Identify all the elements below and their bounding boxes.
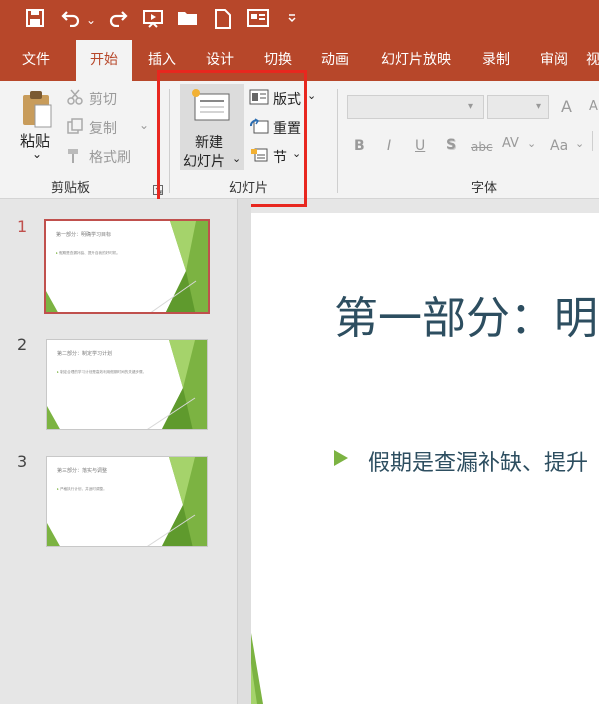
character-spacing-button[interactable]: AV — [502, 136, 519, 151]
italic-button[interactable]: I — [387, 138, 391, 154]
undo-icon[interactable] — [60, 9, 82, 31]
cut-icon — [67, 89, 83, 105]
customize-toolbar-icon[interactable] — [285, 9, 299, 31]
tab-review[interactable]: 审阅 — [532, 40, 576, 81]
slide-thumbnail-3[interactable]: 第三部分：落实与调整 ▸ 严格执行计划，并适时调整。 — [46, 456, 208, 547]
ribbon-separator — [592, 131, 593, 151]
shadow-button[interactable]: S — [446, 137, 456, 153]
tab-file[interactable]: 文件 — [14, 40, 58, 81]
character-spacing-chevron-icon[interactable]: ⌄ — [527, 137, 536, 150]
format-painter-icon — [67, 148, 83, 164]
slide-thumbnail-1[interactable]: 第一部分：明确学习目标 ▸ 假期是查漏补缺、提升自我的好时机。 — [44, 219, 210, 314]
layout-chevron-icon[interactable]: ⌄ — [307, 89, 316, 102]
change-case-button[interactable]: Aa — [550, 138, 568, 154]
shrink-font-button[interactable]: A — [589, 99, 598, 114]
paste-chevron-icon[interactable]: ⌄ — [32, 147, 42, 161]
open-folder-icon[interactable] — [177, 9, 199, 31]
font-group-label: 字体 — [471, 181, 498, 196]
strikethrough-button[interactable]: abc — [471, 140, 493, 154]
copy-icon — [67, 118, 83, 134]
font-family-select[interactable] — [347, 95, 484, 119]
slide-thumbnail-title: 第一部分：明确学习目标 — [56, 232, 112, 238]
slide-thumbnail-pane: 1 第一部分：明确学习目标 ▸ 假期是查漏补缺、提升自我的好时机。 2 第二部分… — [0, 199, 237, 704]
present-from-start-icon[interactable] — [141, 9, 165, 31]
tab-home[interactable]: 开始 — [76, 40, 132, 81]
thumbnail-pane-splitter[interactable] — [237, 199, 251, 704]
tab-slideshow[interactable]: 幻灯片放映 — [374, 40, 458, 81]
paste-clipboard-icon[interactable] — [20, 89, 54, 129]
slide-thumbnail-bullet: ▸ 制定合理的学习计划是高效利用假期时间的关键步骤。 — [57, 370, 147, 374]
picture-icon[interactable] — [246, 9, 270, 31]
format-painter-button[interactable]: 格式刷 — [89, 147, 131, 167]
slide-canvas[interactable]: 第一部分：明 假期是查漏补缺、提升 — [251, 213, 599, 704]
slide-thumbnail-2[interactable]: 第二部分：制定学习计划 ▸ 制定合理的学习计划是高效利用假期时间的关键步骤。 — [46, 339, 208, 430]
font-family-chevron-icon[interactable]: ▾ — [468, 101, 473, 112]
highlight-box — [157, 70, 307, 207]
title-bar: ⌄ — [0, 0, 599, 40]
copy-chevron-icon[interactable]: ⌄ — [139, 118, 149, 132]
cut-button[interactable]: 剪切 — [89, 89, 117, 109]
bullet-arrow-icon — [334, 450, 348, 466]
save-icon[interactable] — [24, 9, 46, 31]
grow-font-button[interactable]: A — [561, 97, 572, 116]
tab-view[interactable]: 视 — [586, 40, 599, 81]
slide-thumbnail-title: 第三部分：落实与调整 — [57, 468, 108, 474]
bold-button[interactable]: B — [354, 138, 365, 154]
slide-number: 3 — [17, 452, 28, 471]
slide-decoration — [251, 633, 263, 704]
new-file-icon[interactable] — [213, 9, 233, 31]
tab-animations[interactable]: 动画 — [313, 40, 357, 81]
copy-button[interactable]: 复制 — [89, 118, 117, 138]
underline-button[interactable]: U — [415, 138, 425, 154]
tab-record[interactable]: 录制 — [474, 40, 518, 81]
ribbon-separator — [337, 89, 338, 193]
change-case-chevron-icon[interactable]: ⌄ — [575, 137, 584, 150]
font-size-chevron-icon[interactable]: ▾ — [536, 101, 541, 112]
slide-thumbnail-bullet: ▸ 假期是查漏补缺、提升自我的好时机。 — [56, 251, 121, 255]
slide-bullet-text[interactable]: 假期是查漏补缺、提升 — [368, 445, 588, 477]
slide-thumbnail-title: 第二部分：制定学习计划 — [57, 351, 113, 357]
slide-title[interactable]: 第一部分：明 — [334, 282, 598, 346]
clipboard-group-label: 剪贴板 — [51, 181, 91, 196]
undo-dropdown-chevron-icon[interactable]: ⌄ — [84, 9, 98, 31]
redo-icon[interactable] — [107, 9, 129, 31]
slide-thumbnail-bullet: ▸ 严格执行计划，并适时调整。 — [57, 487, 107, 491]
slide-number: 2 — [17, 335, 28, 354]
slide-number: 1 — [17, 217, 28, 236]
